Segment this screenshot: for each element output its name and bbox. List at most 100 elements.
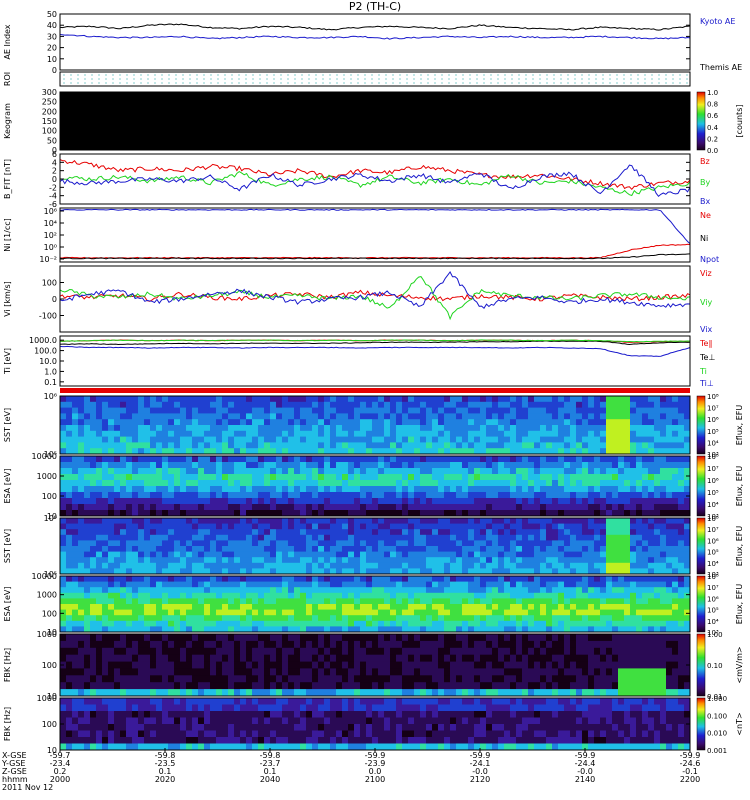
colorbar-label-esa_elec: Eflux, EFU [735,584,744,625]
spectro-cell-esa_ion [378,474,385,481]
spectro-cell-esa_elec [348,604,355,610]
spectro-cell-sst_elec [126,529,133,536]
spectro-cell-esa_ion [126,486,133,493]
spectro-cell-esa_ion [648,468,655,475]
spectro-cell-esa_ion [438,498,445,505]
spectro-cell-esa_elec [426,592,433,599]
spectro-cell-sst_ion [288,407,295,414]
spectro-cell-esa_ion [150,456,157,463]
spectro-cell-sst_ion [594,413,601,420]
spectro-cell-sst_elec [72,518,79,524]
spectro-cell-esa_ion [342,498,349,505]
spectro-cell-esa_elec [480,581,487,588]
spectro-cell-sst_ion [276,396,283,403]
spectro-cell-sst_elec [270,557,277,564]
spectro-cell-esa_elec [492,587,499,594]
spectro-cell-fbk_e [72,675,79,683]
spectro-cell-esa_elec [468,592,475,599]
spectro-cell-esa_ion [546,468,553,475]
spectro-cell-sst_elec [510,523,517,530]
spectro-cell-esa_elec [654,609,661,616]
spectro-cell-esa_ion [510,474,517,481]
spectro-cell-esa_elec [564,576,571,582]
spectro-cell-esa_ion [330,504,337,511]
spectro-cell-esa_ion [132,504,139,511]
spectro-cell-sst_elec [90,557,97,564]
spectro-cell-esa_elec [678,576,685,582]
spectro-cell-esa_elec [456,592,463,599]
spectro-cell-esa_ion [264,468,271,475]
spectro-cell-esa_ion [342,510,349,517]
spectro-cell-sst_ion [594,448,601,455]
roi-dot [273,74,275,76]
spectro-cell-sst_ion [684,419,691,426]
spectro-cell-sst_elec [588,518,595,524]
spectro-cell-esa_ion [150,498,157,505]
roi-dot [602,74,604,76]
spectro-cell-esa_ion [636,468,643,475]
spectro-cell-sst_elec [546,534,553,541]
spectro-cell-esa_ion [258,468,265,475]
spectro-cell-fbk_e [216,675,223,683]
spectro-cell-sst_ion [300,413,307,420]
spectro-cell-esa_ion [408,468,415,475]
spectro-cell-sst_ion [552,448,559,455]
spectro-cell-sst_ion [450,396,457,403]
spectro-cell-sst_elec [276,529,283,536]
spectro-cell-sst_ion [384,430,391,437]
spectro-cell-sst_elec [228,523,235,530]
spectro-cell-esa_ion [252,486,259,493]
spectro-cell-fbk_e [252,682,259,690]
spectro-cell-sst_ion [276,430,283,437]
spectro-cell-sst_elec [516,546,523,552]
spectro-cell-sst_ion [288,425,295,432]
spectro-cell-sst_ion [96,448,103,455]
spectro-cell-esa_elec [672,604,679,610]
spectro-cell-esa_elec [432,581,439,588]
spectro-cell-esa_elec [408,576,415,582]
spectro-cell-sst_ion [468,425,475,432]
spectro-cell-sst_ion [240,436,247,443]
spectro-cell-esa_ion [192,468,199,475]
spectro-cell-sst_elec [96,518,103,524]
spectro-cell-esa_ion [102,492,109,499]
spectro-cell-esa_elec [276,581,283,588]
spectro-cell-sst_elec [390,562,397,569]
spectro-cell-sst_ion [498,425,505,432]
spectro-cell-esa_ion [102,480,109,487]
spectro-cell-fbk_e [60,682,67,690]
spectro-cell-esa_elec [318,598,325,605]
spectro-cell-fbk_e [210,640,217,649]
spectro-cell-esa_ion [168,480,175,487]
spectro-cell-sst_ion [348,436,355,443]
spectro-cell-sst_ion [534,401,541,408]
ytick-label-bfield: 6 [52,150,57,159]
spectro-cell-sst_ion [126,401,133,408]
spectro-cell-sst_elec [414,546,421,552]
spectro-cell-sst_ion [114,448,121,455]
spectro-cell-esa_ion [576,480,583,487]
spectro-cell-sst_ion [408,401,415,408]
spectro-cell-sst_ion [342,430,349,437]
spectro-cell-sst_elec [258,562,265,569]
spectro-cell-esa_elec [642,604,649,610]
spectro-cell-esa_ion [564,510,571,517]
ytick-label-bfield: -4 [49,192,57,201]
spectro-cell-esa_elec [438,609,445,616]
spectro-cell-sst_elec [444,540,451,547]
spectro-cell-sst_elec [138,518,145,524]
spectro-cell-esa_elec [516,576,523,582]
spectro-cell-sst_ion [522,425,529,432]
spectro-cell-sst_elec [312,551,319,558]
roi-dot [546,82,548,84]
spectro-cell-fbk_e [126,668,133,676]
spectro-cell-esa_ion [672,492,679,499]
spectro-cell-esa_elec [144,615,151,622]
spectro-cell-esa_elec [102,598,109,605]
spectro-cell-esa_ion [162,474,169,481]
spectro-cell-sst_ion [504,436,511,443]
spectro-cell-esa_ion [156,474,163,481]
spectro-cell-sst_elec [510,546,517,552]
spectro-cell-sst_ion [642,425,649,432]
spectro-cell-esa_ion [180,492,187,499]
